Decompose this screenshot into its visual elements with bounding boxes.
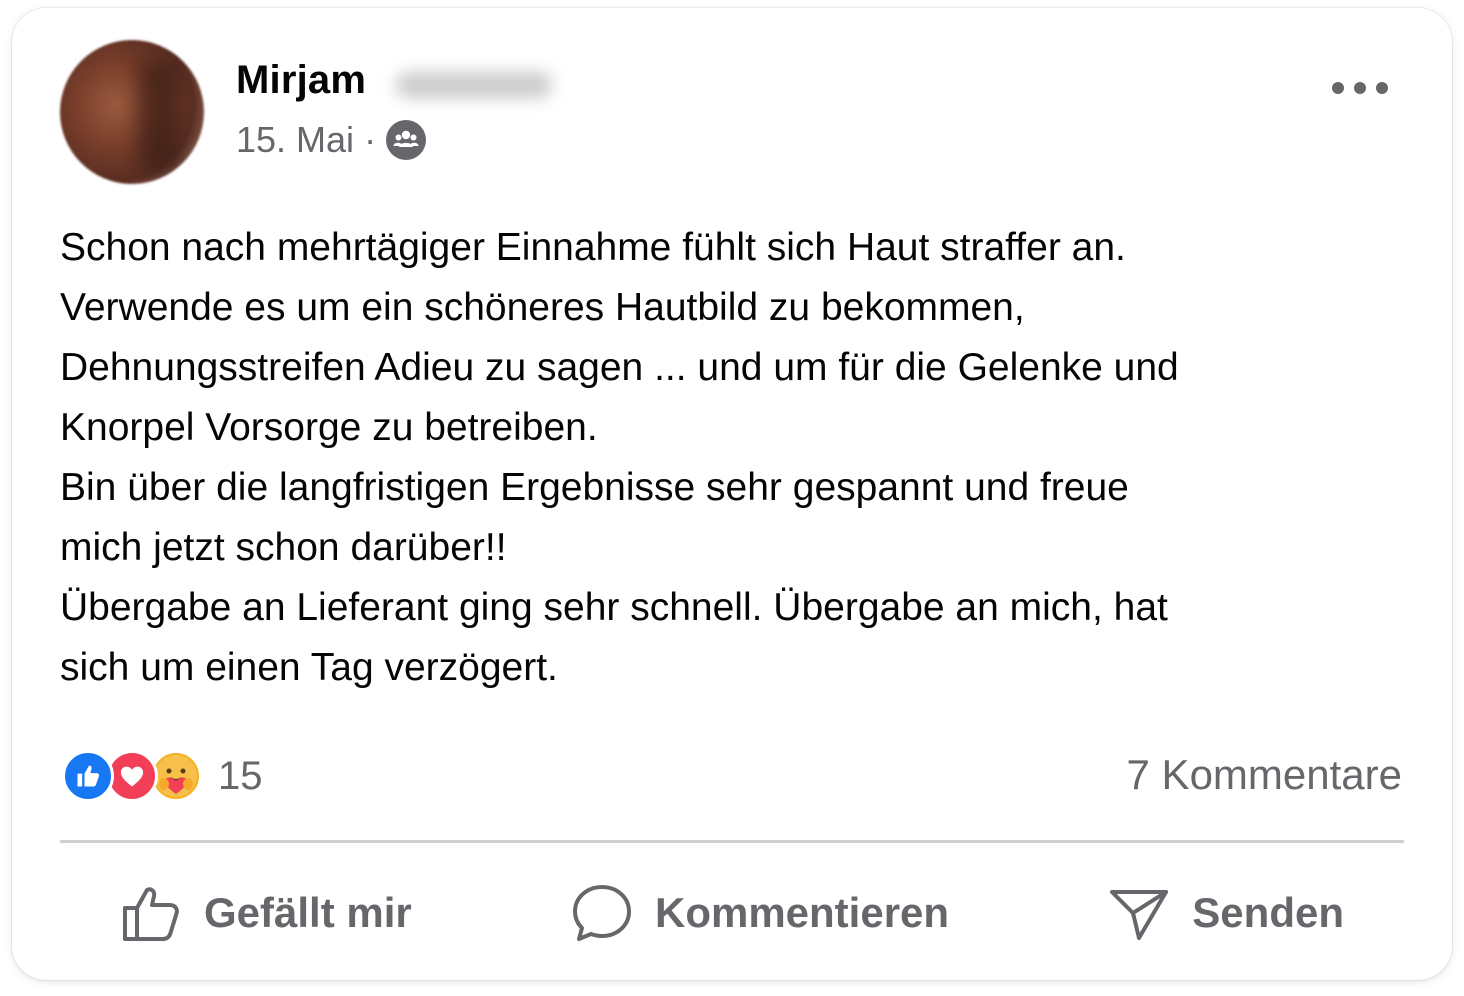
reaction-count: 15 bbox=[218, 753, 263, 798]
comments-count-link[interactable]: 7 Kommentare bbox=[1127, 751, 1402, 799]
post-card: Mirjam 15. Mai · Schon nach mehrtägiger … bbox=[12, 8, 1452, 980]
more-dot bbox=[1376, 82, 1388, 94]
like-icon bbox=[62, 750, 114, 802]
more-dot bbox=[1354, 82, 1366, 94]
action-bar: Gefällt mir Kommentieren Senden bbox=[60, 868, 1404, 958]
post-text: Schon nach mehrtägiger Einnahme fühlt si… bbox=[60, 226, 1179, 689]
more-options-icon[interactable] bbox=[1332, 72, 1388, 104]
meta-separator: · bbox=[364, 119, 377, 160]
redacted-surname bbox=[396, 72, 552, 98]
reactions-summary[interactable]: 15 bbox=[62, 748, 263, 804]
comment-bubble-icon bbox=[572, 885, 631, 941]
thumbs-up-icon bbox=[123, 887, 179, 941]
send-button-label: Senden bbox=[1192, 889, 1344, 936]
post-meta: 15. Mai · bbox=[236, 118, 427, 162]
like-button[interactable]: Gefällt mir bbox=[60, 868, 472, 958]
post-date[interactable]: 15. Mai bbox=[236, 119, 354, 161]
like-button-label: Gefällt mir bbox=[204, 889, 412, 936]
comment-button-label: Kommentieren bbox=[654, 889, 950, 936]
send-button[interactable]: Senden bbox=[1048, 868, 1404, 958]
comment-button[interactable]: Kommentieren bbox=[511, 868, 1009, 958]
avatar[interactable] bbox=[60, 40, 204, 184]
friends-icon[interactable] bbox=[386, 120, 427, 160]
author-name[interactable]: Mirjam bbox=[236, 58, 366, 103]
more-dot bbox=[1332, 82, 1344, 94]
send-icon bbox=[1110, 890, 1169, 940]
divider bbox=[60, 840, 1404, 843]
